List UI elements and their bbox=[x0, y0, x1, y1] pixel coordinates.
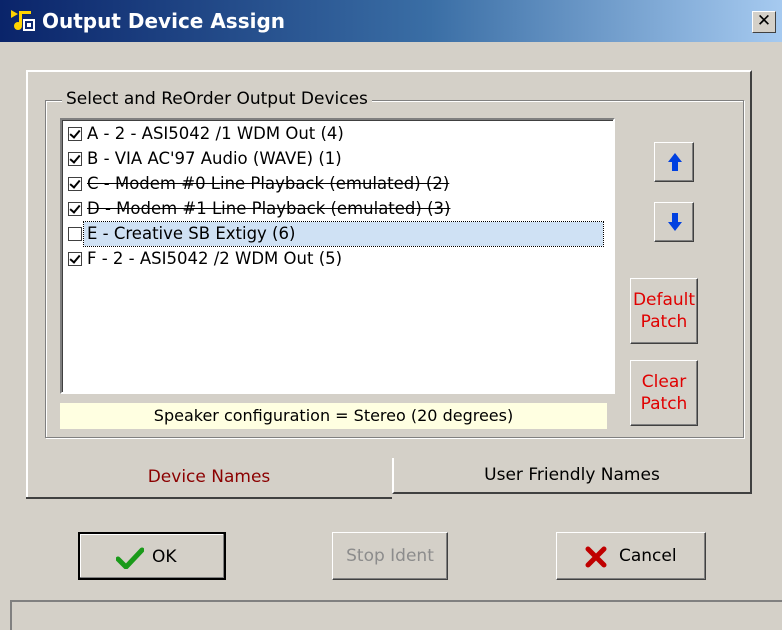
tab-device-names[interactable]: Device Names bbox=[28, 455, 390, 505]
status-bar bbox=[10, 600, 782, 630]
device-list-item[interactable]: F - 2 - ASI5042 /2 WDM Out (5) bbox=[68, 247, 606, 271]
clear-patch-button[interactable]: Clear Patch bbox=[630, 360, 698, 426]
title-bar: Output Device Assign ✕ bbox=[0, 0, 782, 42]
device-list-item[interactable]: B - VIA AC'97 Audio (WAVE) (1) bbox=[68, 147, 606, 171]
device-checkbox[interactable] bbox=[68, 252, 82, 266]
cancel-button[interactable]: Cancel bbox=[556, 532, 706, 580]
device-checkbox[interactable] bbox=[68, 177, 82, 191]
device-label: A - 2 - ASI5042 /1 WDM Out (4) bbox=[87, 124, 344, 143]
music-app-icon bbox=[10, 8, 36, 34]
clear-patch-label-line1: Clear bbox=[641, 372, 687, 392]
default-patch-label-line1: Default bbox=[632, 290, 696, 310]
ok-button[interactable]: OK bbox=[78, 532, 226, 580]
close-icon: ✕ bbox=[756, 11, 772, 31]
device-checkbox[interactable] bbox=[68, 227, 82, 241]
move-down-button[interactable] bbox=[654, 202, 694, 242]
device-label: C - Modem #0 Line Playback (emulated) (2… bbox=[87, 174, 450, 193]
window-title: Output Device Assign bbox=[42, 9, 286, 33]
close-button[interactable]: ✕ bbox=[752, 11, 776, 33]
device-label: D - Modem #1 Line Playback (emulated) (3… bbox=[87, 199, 451, 218]
ok-label: OK bbox=[152, 547, 177, 567]
cancel-label: Cancel bbox=[619, 546, 677, 566]
device-list-item[interactable]: A - 2 - ASI5042 /1 WDM Out (4) bbox=[68, 122, 606, 146]
speaker-configuration-label: Speaker configuration = Stereo (20 degre… bbox=[60, 403, 607, 429]
device-label: E - Creative SB Extigy (6) bbox=[83, 221, 604, 247]
arrow-down-icon bbox=[668, 213, 682, 231]
groupbox-legend: Select and ReOrder Output Devices bbox=[62, 89, 372, 109]
check-icon bbox=[116, 547, 144, 569]
device-checkbox[interactable] bbox=[68, 202, 82, 216]
device-listbox[interactable]: A - 2 - ASI5042 /1 WDM Out (4) B - VIA A… bbox=[60, 118, 615, 394]
device-label: F - 2 - ASI5042 /2 WDM Out (5) bbox=[87, 249, 343, 268]
stop-ident-button[interactable]: Stop Ident bbox=[332, 532, 448, 580]
device-list-item-selected[interactable]: E - Creative SB Extigy (6) bbox=[68, 221, 606, 247]
default-patch-button[interactable]: Default Patch bbox=[630, 278, 698, 344]
device-checkbox[interactable] bbox=[68, 127, 82, 141]
device-label: B - VIA AC'97 Audio (WAVE) (1) bbox=[87, 149, 342, 168]
device-list-item[interactable]: D - Modem #1 Line Playback (emulated) (3… bbox=[68, 197, 606, 221]
device-list-item[interactable]: C - Modem #0 Line Playback (emulated) (2… bbox=[68, 172, 606, 196]
move-up-button[interactable] bbox=[654, 142, 694, 182]
clear-patch-label-line2: Patch bbox=[640, 394, 688, 414]
arrow-up-icon bbox=[668, 153, 682, 171]
x-icon bbox=[585, 546, 607, 568]
default-patch-label-line2: Patch bbox=[640, 312, 688, 332]
device-checkbox[interactable] bbox=[68, 152, 82, 166]
tab-user-friendly-names[interactable]: User Friendly Names bbox=[392, 458, 752, 494]
